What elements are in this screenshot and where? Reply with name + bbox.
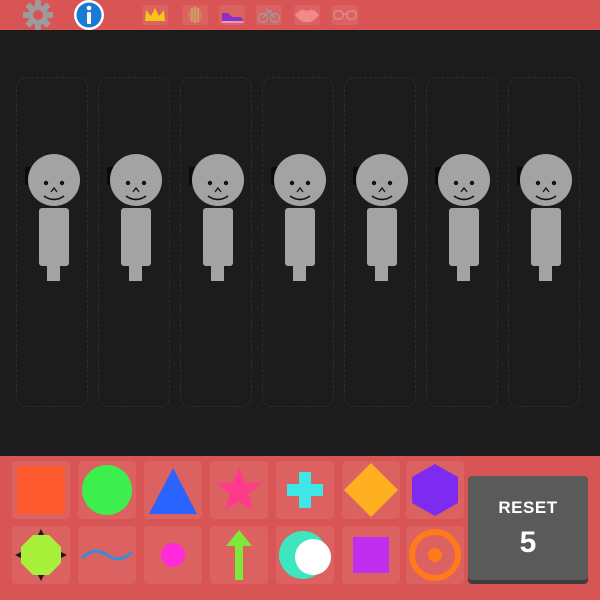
- diamond-icon: [344, 463, 398, 517]
- shape-spiky-octagon-tile[interactable]: [12, 526, 70, 584]
- category-glasses[interactable]: [332, 5, 358, 25]
- shape-wave-tile[interactable]: [78, 526, 136, 584]
- category-shell[interactable]: [182, 5, 208, 25]
- reset-button[interactable]: RESET 5: [468, 476, 588, 580]
- small-square-icon: [353, 537, 389, 573]
- figure-1[interactable]: [24, 153, 84, 283]
- reset-label: RESET: [498, 498, 558, 517]
- crescent-icon: [279, 531, 331, 579]
- glasses-icon: [333, 10, 357, 20]
- lips-icon: [295, 9, 319, 23]
- shell-icon: [188, 7, 202, 23]
- square-icon: [17, 466, 65, 514]
- shape-diamond-tile[interactable]: [342, 461, 400, 519]
- star-icon: [216, 467, 262, 511]
- ring-target-icon: [409, 529, 461, 581]
- shape-crescent-tile[interactable]: [276, 526, 334, 584]
- category-lips[interactable]: [294, 5, 320, 25]
- shape-ring-target-tile[interactable]: [406, 526, 464, 584]
- shape-hexagon-tile[interactable]: [406, 461, 464, 519]
- shape-circle-tile[interactable]: [78, 461, 136, 519]
- shape-star-tile[interactable]: [210, 461, 268, 519]
- top-toolbar: [0, 0, 600, 30]
- shape-triangle-tile[interactable]: [144, 461, 202, 519]
- crown-icon: [145, 8, 165, 21]
- figure-3[interactable]: [188, 153, 248, 283]
- dot-icon: [161, 543, 185, 567]
- bike-icon: [257, 8, 281, 24]
- figure-2[interactable]: [106, 153, 166, 283]
- shape-arrow-up-tile[interactable]: [210, 526, 268, 584]
- shoe-icon: [222, 13, 243, 23]
- figure-7[interactable]: [516, 153, 576, 283]
- gear-icon: [23, 0, 53, 30]
- figure-5[interactable]: [352, 153, 412, 283]
- shape-plus-tile[interactable]: [276, 461, 334, 519]
- triangle-icon: [149, 468, 197, 514]
- wave-icon: [80, 549, 134, 561]
- shape-dot-tile[interactable]: [144, 526, 202, 584]
- plus-icon: [287, 472, 323, 508]
- spiky-octagon-icon: [15, 529, 67, 581]
- reset-count: 5: [519, 526, 537, 559]
- figure-4[interactable]: [270, 153, 330, 283]
- hexagon-icon: [412, 464, 458, 516]
- category-shoe[interactable]: [219, 5, 245, 25]
- arrow-up-icon: [226, 530, 252, 580]
- shape-small-square-tile[interactable]: [342, 526, 400, 584]
- settings-button[interactable]: [20, 0, 56, 30]
- figure-6[interactable]: [434, 153, 494, 283]
- shape-square-tile[interactable]: [12, 461, 70, 519]
- info-button[interactable]: [70, 0, 108, 30]
- category-crown[interactable]: [142, 5, 168, 25]
- category-bike[interactable]: [256, 5, 282, 25]
- info-icon: [74, 0, 104, 30]
- stage: [0, 30, 600, 456]
- circle-icon: [82, 465, 132, 515]
